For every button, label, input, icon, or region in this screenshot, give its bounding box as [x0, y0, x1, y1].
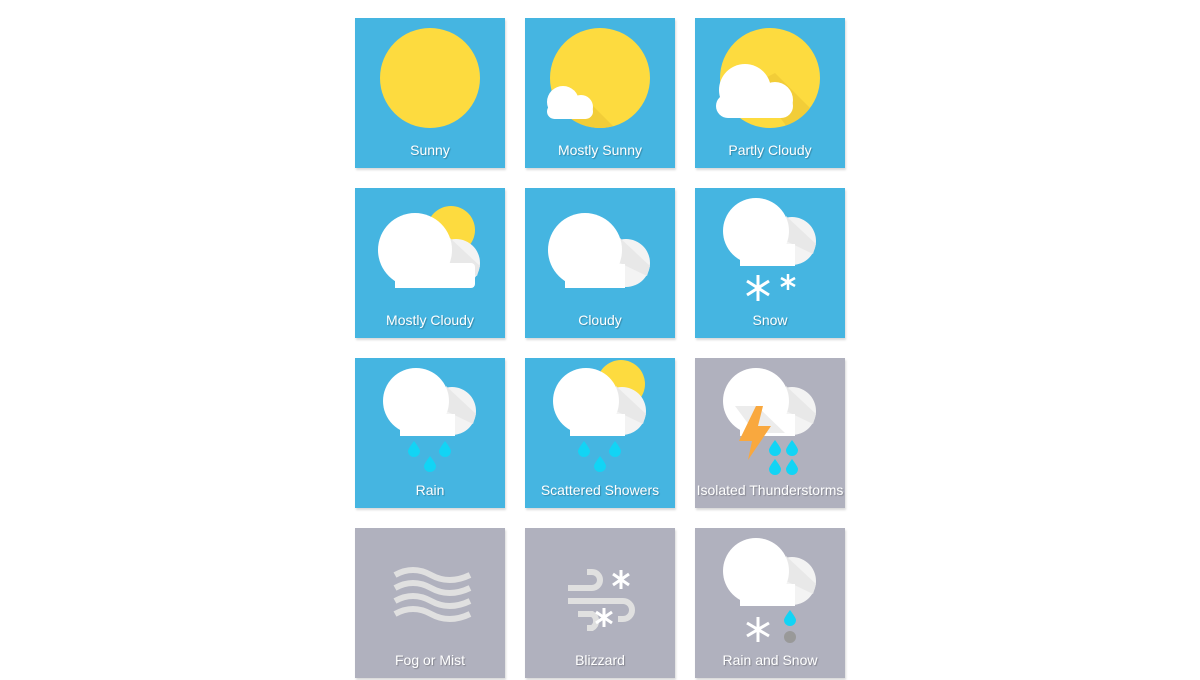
- snowflake-small-icon: [780, 274, 796, 290]
- tile-label: Partly Cloudy: [728, 142, 812, 158]
- tile-mostly-cloudy[interactable]: Mostly Cloudy: [355, 188, 505, 338]
- raindrop-icon: [784, 610, 796, 626]
- tile-blizzard[interactable]: Blizzard: [525, 528, 675, 678]
- tile-cloudy[interactable]: Cloudy: [525, 188, 675, 338]
- tile-sunny[interactable]: Sunny: [355, 18, 505, 168]
- tile-label: Fog or Mist: [394, 652, 465, 668]
- raindrops-icon: [769, 440, 798, 475]
- tile-isolated-thunderstorms[interactable]: Isolated Thunderstorms: [695, 358, 845, 508]
- tile-label: Blizzard: [575, 652, 625, 668]
- tile-label: Rain and Snow: [722, 652, 818, 668]
- snowflake-large-icon: [746, 275, 770, 301]
- tile-label: Isolated Thunderstorms: [696, 482, 844, 498]
- tile-label: Mostly Cloudy: [386, 312, 474, 328]
- tile-label: Snow: [752, 312, 788, 328]
- tile-partly-cloudy[interactable]: Partly Cloudy: [695, 18, 845, 168]
- tile-label: Sunny: [410, 142, 450, 158]
- raindrops-icon: [578, 441, 621, 472]
- tile-label: Scattered Showers: [540, 482, 660, 498]
- tile-snow[interactable]: Snow: [695, 188, 845, 338]
- sleet-pellet-icon: [784, 631, 796, 643]
- snowflake-icon: [746, 617, 770, 642]
- tile-scattered-showers[interactable]: Scattered Showers: [525, 358, 675, 508]
- tile-fog-or-mist[interactable]: Fog or Mist: [355, 528, 505, 678]
- tile-rain[interactable]: Rain: [355, 358, 505, 508]
- tile-rain-and-snow[interactable]: Rain and Snow: [695, 528, 845, 678]
- tile-label: Cloudy: [578, 312, 622, 328]
- weather-icon-grid: Sunny Mostly Sunny Partly Cloudy Mostly …: [355, 18, 845, 678]
- raindrops-icon: [408, 441, 451, 472]
- tile-label: Rain: [415, 482, 445, 498]
- tile-mostly-sunny[interactable]: Mostly Sunny: [525, 18, 675, 168]
- tile-label: Mostly Sunny: [557, 142, 643, 158]
